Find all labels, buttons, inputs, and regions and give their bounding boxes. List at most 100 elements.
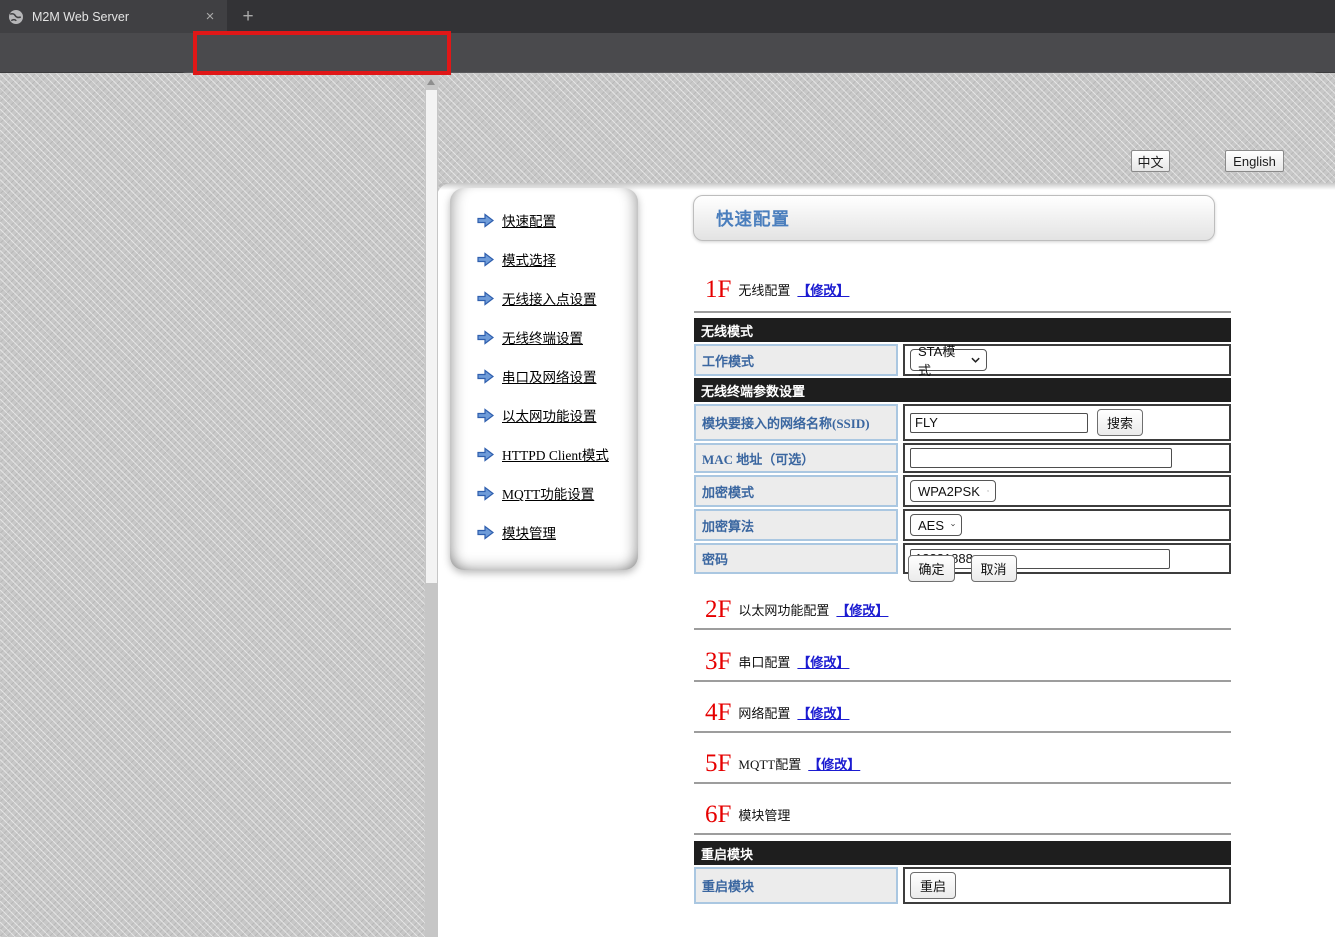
- modify-link[interactable]: 【修改】: [797, 280, 849, 302]
- arrow-icon: [477, 408, 494, 423]
- separator: [694, 680, 1231, 682]
- floor-number: 6F: [705, 802, 731, 827]
- restart-button[interactable]: 重启: [910, 872, 956, 899]
- scroll-up-arrow-icon[interactable]: [427, 79, 435, 85]
- chevron-down-icon: [987, 488, 989, 494]
- sidebar-item-mqtt[interactable]: MQTT功能设置: [477, 485, 638, 501]
- section-title: 串口配置: [738, 652, 790, 674]
- table-row: 模块要接入的网络名称(SSID) 搜索: [694, 404, 1231, 441]
- arrow-icon: [477, 291, 494, 306]
- ok-button[interactable]: 确定: [908, 555, 954, 582]
- content-header: 快速配置: [693, 195, 1215, 241]
- mac-cell: [903, 443, 1231, 473]
- floor-number: 4F: [705, 700, 731, 725]
- restart-label: 重启模块: [694, 867, 898, 904]
- restart-table: 重启模块 重启模块 重启: [694, 841, 1231, 904]
- table-row: 加密模式 WPA2PSK: [694, 475, 1231, 507]
- floor-number: 3F: [705, 649, 731, 674]
- sidebar-item-quick-config[interactable]: 快速配置: [477, 212, 638, 228]
- section-title: 以太网功能配置: [738, 600, 829, 622]
- site-favicon-icon: [8, 9, 24, 25]
- arrow-icon: [477, 252, 494, 267]
- table-row: 重启模块 重启: [694, 867, 1231, 904]
- sidebar-item-ap-settings[interactable]: 无线接入点设置: [477, 290, 638, 306]
- floor-number: 2F: [705, 597, 731, 622]
- sidebar-item-module-management[interactable]: 模块管理: [477, 524, 638, 540]
- sidebar-item-ethernet[interactable]: 以太网功能设置: [477, 407, 638, 423]
- modify-link[interactable]: 【修改】: [797, 652, 849, 674]
- new-tab-button[interactable]: +: [236, 5, 260, 29]
- mac-input[interactable]: [910, 448, 1172, 468]
- mac-label: MAC 地址（可选）: [694, 443, 898, 473]
- table-header-wireless-mode: 无线模式: [694, 318, 1231, 342]
- sidebar-item-mode-select[interactable]: 模式选择: [477, 251, 638, 267]
- ssid-cell: 搜索: [903, 404, 1231, 441]
- separator: [694, 782, 1231, 784]
- encryption-algo-select[interactable]: AES: [910, 514, 962, 536]
- modify-link[interactable]: 【修改】: [808, 754, 860, 776]
- modify-link[interactable]: 【修改】: [797, 703, 849, 725]
- encryption-mode-select[interactable]: WPA2PSK: [910, 480, 996, 502]
- arrow-icon: [477, 525, 494, 540]
- floor-number: 5F: [705, 751, 731, 776]
- separator: [694, 833, 1231, 835]
- table-header-sta-params: 无线终端参数设置: [694, 378, 1231, 402]
- section-title: 无线配置: [738, 280, 790, 302]
- scrollbar-thumb[interactable]: [426, 90, 437, 583]
- separator: [694, 628, 1231, 630]
- section-3f: 3F 串口配置 【修改】: [705, 644, 849, 674]
- arrow-icon: [477, 447, 494, 462]
- encryption-mode-label: 加密模式: [694, 475, 898, 507]
- ssid-label: 模块要接入的网络名称(SSID): [694, 404, 898, 441]
- chevron-down-icon: [951, 522, 955, 528]
- browser-window: M2M Web Server × + http://192.168.18.123…: [0, 0, 1335, 937]
- wireless-config-table: 无线模式 工作模式 STA模式 无线终端参数设置 模块要接入的网络名称(SSID…: [694, 318, 1231, 574]
- section-title: MQTT配置: [738, 754, 801, 776]
- work-mode-cell: STA模式: [903, 344, 1231, 376]
- table-row: 工作模式 STA模式: [694, 344, 1231, 376]
- sidebar-menu: 快速配置 模式选择 无线接入点设置 无线终端设置 串口及网络设置 以太网功能设置…: [450, 188, 638, 570]
- arrow-icon: [477, 369, 494, 384]
- lang-chinese-button[interactable]: 中文: [1131, 150, 1170, 172]
- annotation-highlight-box: [193, 31, 451, 75]
- section-title: 网络配置: [738, 703, 790, 725]
- ssid-input[interactable]: [910, 413, 1088, 433]
- vertical-scrollbar[interactable]: [425, 73, 438, 937]
- separator: [694, 311, 1231, 313]
- cancel-button[interactable]: 取消: [971, 555, 1017, 582]
- lang-english-button[interactable]: English: [1225, 150, 1284, 172]
- search-button[interactable]: 搜索: [1097, 409, 1143, 436]
- section-title: 模块管理: [738, 805, 790, 827]
- section-1f: 1F 无线配置 【修改】: [705, 272, 849, 302]
- sidebar-item-httpd-client[interactable]: HTTPD Client模式: [477, 446, 638, 462]
- floor-number: 1F: [705, 277, 731, 302]
- tab-title: M2M Web Server: [32, 10, 201, 24]
- table-row: 加密算法 AES: [694, 509, 1231, 541]
- separator: [694, 731, 1231, 733]
- work-mode-label: 工作模式: [694, 344, 898, 376]
- tab-bar: M2M Web Server × +: [0, 0, 1335, 33]
- table-header-restart: 重启模块: [694, 841, 1231, 865]
- sidebar-item-uart-network[interactable]: 串口及网络设置: [477, 368, 638, 384]
- web-page: 中文 English 快速配置 模式选择 无线接入点设置 无线终端设置 串口及网…: [0, 73, 1335, 937]
- form-buttons: 确定 取消: [694, 555, 1231, 582]
- table-row: MAC 地址（可选）: [694, 443, 1231, 473]
- chevron-down-icon: [971, 357, 980, 363]
- browser-tab[interactable]: M2M Web Server ×: [0, 0, 227, 33]
- sidebar-item-sta-settings[interactable]: 无线终端设置: [477, 329, 638, 345]
- encryption-algo-cell: AES: [903, 509, 1231, 541]
- arrow-icon: [477, 330, 494, 345]
- arrow-icon: [477, 486, 494, 501]
- section-2f: 2F 以太网功能配置 【修改】: [705, 592, 888, 622]
- section-5f: 5F MQTT配置 【修改】: [705, 746, 860, 776]
- encryption-algo-label: 加密算法: [694, 509, 898, 541]
- section-6f: 6F 模块管理: [705, 797, 797, 827]
- modify-link[interactable]: 【修改】: [836, 600, 888, 622]
- page-title: 快速配置: [716, 206, 790, 231]
- work-mode-select[interactable]: STA模式: [910, 349, 987, 371]
- tab-close-icon[interactable]: ×: [201, 8, 219, 26]
- arrow-icon: [477, 213, 494, 228]
- restart-cell: 重启: [903, 867, 1231, 904]
- encryption-mode-cell: WPA2PSK: [903, 475, 1231, 507]
- section-4f: 4F 网络配置 【修改】: [705, 695, 849, 725]
